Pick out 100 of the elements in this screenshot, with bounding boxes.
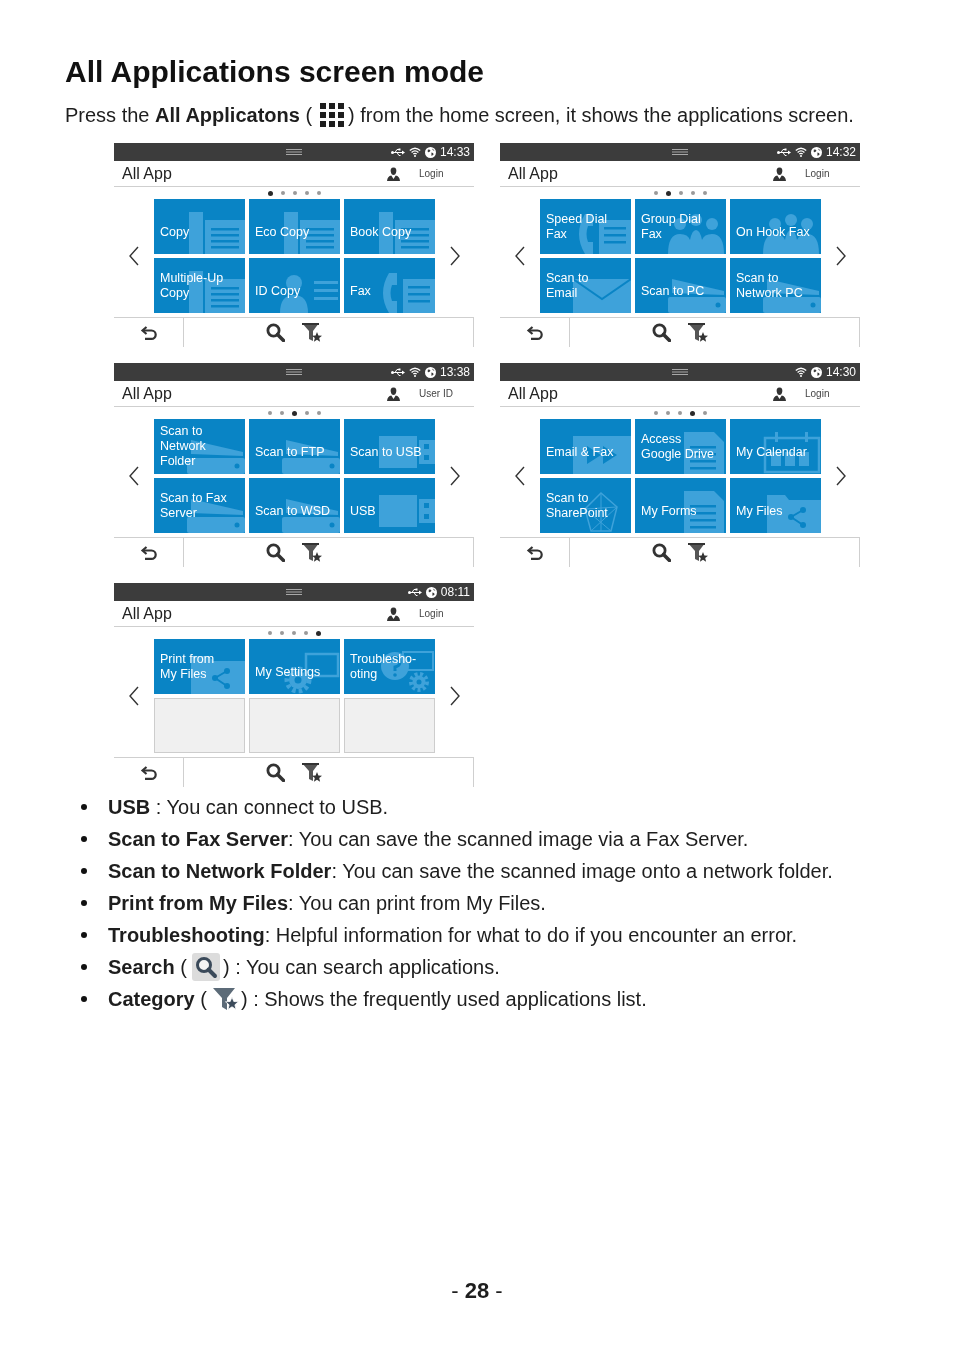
back-icon[interactable]	[525, 325, 544, 340]
account-label[interactable]: Login	[419, 608, 474, 619]
intro-text: Press the All Applicatons (	[65, 103, 313, 128]
search-icon[interactable]	[652, 323, 671, 342]
user-icon[interactable]	[387, 166, 400, 181]
app-tile[interactable]: ID Copy	[249, 258, 340, 313]
search-icon[interactable]	[266, 763, 285, 782]
bullet-text: Search (	[108, 955, 187, 979]
chevron-left-icon[interactable]	[129, 686, 139, 706]
funnel-star-icon	[212, 987, 239, 1011]
app-tile[interactable]: Print from My Files	[154, 639, 245, 694]
back-icon[interactable]	[139, 765, 158, 780]
funnel-star-icon[interactable]	[688, 543, 708, 562]
user-icon[interactable]	[773, 166, 786, 181]
funnel-star-icon[interactable]	[302, 543, 322, 562]
app-tile[interactable]: Scan to Network Folder	[154, 419, 245, 474]
app-tile[interactable]: Group Dial Fax	[635, 199, 726, 254]
bullet-text: Scan to Network Folder: You can save the scanned image onto a network folder.	[108, 859, 833, 883]
search-icon	[191, 953, 220, 981]
bullet-icon	[81, 804, 87, 810]
app-tile[interactable]: Email & Fax	[540, 419, 631, 474]
grid-icon	[320, 103, 345, 127]
drag-handle-icon[interactable]	[286, 149, 302, 155]
bullet-text: USB : You can connect to USB.	[108, 795, 389, 819]
back-icon[interactable]	[139, 325, 158, 340]
drag-handle-icon[interactable]	[672, 149, 688, 155]
chevron-left-icon[interactable]	[515, 466, 525, 486]
app-tile[interactable]: On Hook Fax	[730, 199, 821, 254]
back-icon[interactable]	[139, 545, 158, 560]
app-tile[interactable]: Book Copy	[344, 199, 435, 254]
app-title: All App	[122, 164, 173, 183]
bullet-icon	[81, 932, 87, 938]
intro-text: ) from the home screen, it shows the applications screen.	[348, 103, 854, 128]
app-title: All App	[122, 384, 173, 403]
globe-icon	[424, 366, 436, 378]
drag-handle-icon[interactable]	[672, 369, 688, 375]
app-tile[interactable]: Scan to FTP	[249, 419, 340, 474]
app-tile[interactable]: Access Google Drive	[635, 419, 726, 474]
chevron-left-icon[interactable]	[129, 466, 139, 486]
account-label[interactable]: Login	[805, 168, 860, 179]
drag-handle-icon[interactable]	[286, 589, 302, 595]
account-label[interactable]: User ID	[419, 388, 474, 399]
chevron-right-icon[interactable]	[835, 246, 846, 266]
bullet-icon	[81, 900, 87, 906]
page-title: All Applications screen mode	[65, 54, 484, 90]
status-time: 14:33	[439, 145, 470, 159]
drag-handle-icon[interactable]	[286, 369, 302, 375]
status-time: 08:11	[440, 585, 470, 599]
bullet-icon	[81, 964, 87, 970]
app-tile[interactable]: My Files	[730, 478, 821, 533]
page-number: - 28 -	[451, 1277, 503, 1305]
user-icon[interactable]	[387, 386, 400, 401]
chevron-left-icon[interactable]	[129, 246, 139, 266]
user-icon[interactable]	[773, 386, 786, 401]
app-tile[interactable]: Multiple-Up Copy	[154, 258, 245, 313]
chevron-right-icon[interactable]	[449, 466, 460, 486]
app-tile[interactable]: My Calendar	[730, 419, 821, 474]
funnel-star-icon[interactable]	[688, 323, 708, 342]
app-title: All App	[508, 384, 559, 403]
app-tile[interactable]: My Settings	[249, 639, 340, 694]
globe-icon	[810, 146, 822, 158]
app-tile[interactable]: Fax	[344, 258, 435, 313]
chevron-left-icon[interactable]	[515, 246, 525, 266]
account-label[interactable]: Login	[805, 388, 860, 399]
search-icon[interactable]	[652, 543, 671, 562]
globe-icon	[425, 586, 437, 598]
bullet-text: Scan to Fax Server: You can save the scanned image via a Fax Server.	[108, 827, 749, 851]
app-tile[interactable]: My Forms	[635, 478, 726, 533]
app-tile[interactable]: Scan to USB	[344, 419, 435, 474]
app-tile[interactable]: Scan to WSD	[249, 478, 340, 533]
chevron-right-icon[interactable]	[449, 246, 460, 266]
app-tile[interactable]: Scan to PC	[635, 258, 726, 313]
bullet-icon	[81, 996, 87, 1002]
app-tile[interactable]: Copy	[154, 199, 245, 254]
funnel-star-icon[interactable]	[302, 323, 322, 342]
search-icon[interactable]	[266, 543, 285, 562]
app-tile[interactable]: USB	[344, 478, 435, 533]
globe-icon	[424, 146, 436, 158]
app-tile[interactable]: Scan to SharePoint	[540, 478, 631, 533]
status-time: 14:32	[825, 145, 856, 159]
app-tile[interactable]: Troublesho- oting	[344, 639, 435, 694]
back-icon[interactable]	[525, 545, 544, 560]
app-tile[interactable]: Scan to Fax Server	[154, 478, 245, 533]
chevron-right-icon[interactable]	[449, 686, 460, 706]
status-time: 13:38	[439, 365, 470, 379]
funnel-star-icon[interactable]	[302, 763, 322, 782]
bullet-text: ) : Shows the frequently used applications list.	[240, 987, 647, 1011]
status-time: 14:30	[825, 365, 856, 379]
app-tile[interactable]: Speed Dial Fax	[540, 199, 631, 254]
search-icon[interactable]	[266, 323, 285, 342]
chevron-right-icon[interactable]	[835, 466, 846, 486]
bullet-icon	[81, 836, 87, 842]
bullet-text: Troubleshooting: Helpful information for what to do if you encounter an error.	[108, 923, 798, 947]
app-title: All App	[122, 604, 173, 623]
user-icon[interactable]	[387, 606, 400, 621]
bullet-text: Category (	[108, 987, 207, 1011]
app-tile[interactable]: Eco Copy	[249, 199, 340, 254]
account-label[interactable]: Login	[419, 168, 474, 179]
app-tile[interactable]: Scan to Email	[540, 258, 631, 313]
app-tile[interactable]: Scan to Network PC	[730, 258, 821, 313]
